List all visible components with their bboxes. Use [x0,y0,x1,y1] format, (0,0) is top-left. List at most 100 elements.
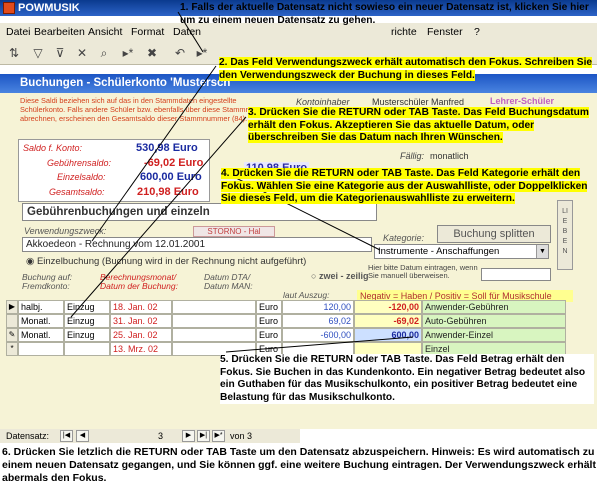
first-record-icon[interactable]: |◀ [60,430,73,442]
table-row[interactable]: ▶ halbj. Einzug 18. Jan. 02 Euro 120,00 -120,0… [6,300,566,314]
cell-betrag[interactable]: -120,00 [354,300,422,314]
cell-turnus[interactable]: Monatl. [18,328,64,342]
nav-current[interactable]: 3 [158,429,163,443]
buchung-splitten-button[interactable]: Buchung splitten [437,225,551,243]
side-tab[interactable]: LIEBEN [557,200,573,270]
kategorie-value: Instrumente - Anschaffungen [378,246,500,257]
einzelbuchung-option[interactable]: ◉ Einzelbuchung (Buchung wird in der Rec… [26,256,306,267]
sort-icon[interactable]: ⇅ [6,45,22,61]
cell-turnus[interactable]: halbj. [18,300,64,314]
cell-kategorie[interactable]: Anwender-Einzel [422,328,566,342]
menu-extras[interactable]: richte [391,26,417,38]
screenshot-stage: POWMUSIK Datei Bearbeiten Ansicht Format… [0,0,597,494]
kategorie-select[interactable]: Instrumente - Anschaffungen ▼ [374,244,549,259]
cell-auszug-betrag[interactable]: -600,00 [282,328,354,342]
gebuehren-value: -69,02 Euro [144,157,204,169]
cell-datum[interactable]: 13. Mrz. 02 [110,342,172,356]
datum-manual-input[interactable] [481,268,551,281]
cell-datum[interactable]: 31. Jan. 02 [110,314,172,328]
callout-step-5: 5. Drücken Sie die RETURN oder TAB Taste… [220,354,594,404]
verwendungszweck-label: Verwendungszweck: [24,226,107,236]
cell-turnus[interactable]: Monatl. [18,314,64,328]
callout-step-4-text: 4. Drücken Sie die RETURN oder TAB Taste… [221,168,588,204]
lehrer-schueler-label: Lehrer-Schüler [490,96,555,106]
cell-kategorie[interactable]: Anwender-Gebühren [422,300,566,314]
cell-typ[interactable] [64,342,110,356]
new-record-nav-icon[interactable]: ▸* [194,45,210,61]
row-selector[interactable]: ▶ [6,300,18,314]
zwei-zeilig-label: zwei - zeilig [318,271,369,281]
cell-datum[interactable]: 18. Jan. 02 [110,300,172,314]
kontoinhaber-label: Kontoinhaber [296,97,350,107]
cell-waehrung: Euro [256,328,282,342]
faellig-label: Fällig: [400,151,425,161]
saldo-label: Saldo f. Konto: [23,143,83,153]
last-record-icon[interactable]: ▶| [197,430,210,442]
app-title: POWMUSIK [18,2,80,14]
zwei-zeilig-option[interactable]: ○ zwei - zeilig [311,271,368,281]
form-title: Buchungen - Schülerkonto 'Mustersch [20,77,231,89]
menu-help[interactable]: ? [474,26,480,38]
cell-turnus[interactable] [18,342,64,356]
filter-selection-icon[interactable]: ▽ [30,45,46,61]
callout-step-1-text: 1. Falls der aktuelle Datensatz nicht so… [180,2,589,26]
table-row[interactable]: ✎ Monatl. Einzug 25. Jan. 02 Euro -600,00 600,… [6,328,566,342]
cell-auszug-betrag[interactable]: 120,00 [282,300,354,314]
cell-datum[interactable]: 25. Jan. 02 [110,328,172,342]
kategorie-label: Kategorie: [383,233,425,243]
cell-typ[interactable]: Einzug [64,328,110,342]
col-buchung-auf: Buchung auf: Fremdkonto: [22,272,73,291]
new-record-nav-icon[interactable]: ▶* [212,430,225,442]
new-record-icon[interactable]: ▸* [120,45,136,61]
callout-step-1: 1. Falls der aktuelle Datensatz nicht so… [180,2,596,27]
balances-panel: Saldo f. Konto: 530,98 Euro Gebührensald… [18,139,210,202]
cell-datum-dta[interactable] [172,300,256,314]
verwendungszweck-input[interactable]: Akkoedeon - Rechnung vom 12.01.2001 [22,237,372,252]
menu-datei[interactable]: Datei [6,26,31,38]
find-icon[interactable]: ⌕ [96,45,112,61]
cell-waehrung: Euro [256,300,282,314]
storno-button[interactable]: STORNO - Hal [193,226,275,237]
col-berechnungsmonat: Berechnungsmonat/ Datum der Buchung: [100,272,178,291]
menu-fenster[interactable]: Fenster [427,26,463,38]
cell-waehrung: Euro [256,314,282,328]
nav-label: Datensatz: [6,431,50,441]
callout-step-3-text: 3. Drücken Sie die RETURN oder TAB Taste… [248,107,589,143]
cell-typ[interactable]: Einzug [64,300,110,314]
col-auszug: laut Auszug: [283,290,330,300]
record-navigator: Datensatz: |◀ ◀ 3 ▶ ▶| ▶* von 3 [0,429,300,443]
menu-bearbeiten[interactable]: Bearbeiten [34,26,85,38]
gesamt-value: 210,98 Euro [137,186,199,198]
menu-daten[interactable]: Daten [173,26,201,38]
filter-form-icon[interactable]: ⊽ [52,45,68,61]
saldi-info-text: Diese Saldi beziehen sich auf das in den… [20,96,273,123]
cell-betrag[interactable]: -69,02 [354,314,422,328]
callout-step-6: 6. Drücken Sie letzlich die RETURN oder … [2,446,596,484]
cell-datum-dta[interactable] [172,314,256,328]
menu-format[interactable]: Format [131,26,164,38]
cell-auszug-betrag[interactable]: 69,02 [282,314,354,328]
row-selector[interactable] [6,314,18,328]
einzel-value: 600,00 Euro [140,171,202,183]
undo-icon[interactable]: ↶ [172,45,188,61]
table-row[interactable]: Monatl. Einzug 31. Jan. 02 Euro 69,02 -69,02 A… [6,314,566,328]
row-selector[interactable]: * [6,342,18,356]
delete-record-icon[interactable]: ✖ [144,45,160,61]
kontoinhaber-value: Musterschüler Manfred [372,97,465,107]
remove-filter-icon[interactable]: ✕ [74,45,90,61]
gebuehren-label: Gebührensaldo: [47,158,112,168]
prev-record-icon[interactable]: ◀ [76,430,89,442]
cell-datum-dta[interactable] [172,328,256,342]
einzelbuchung-label: Einzelbuchung (Buchung wird in der Rechn… [36,256,307,267]
chevron-down-icon[interactable]: ▼ [536,245,548,258]
cell-betrag[interactable]: 600,00 [354,328,422,342]
next-record-icon[interactable]: ▶ [182,430,195,442]
callout-step-2: 2. Das Feld Verwendungszweck erhält auto… [219,57,595,82]
row-selector[interactable]: ✎ [6,328,18,342]
side-tab-label: LIEBEN [562,208,568,255]
cell-typ[interactable]: Einzug [64,314,110,328]
datum-hint: Hier bitte Datum eintragen, wenn Sie man… [368,263,478,280]
col-datum-dta: Datum DTA/ Datum MAN: [204,272,253,291]
menu-ansicht[interactable]: Ansicht [88,26,122,38]
cell-kategorie[interactable]: Auto-Gebühren [422,314,566,328]
